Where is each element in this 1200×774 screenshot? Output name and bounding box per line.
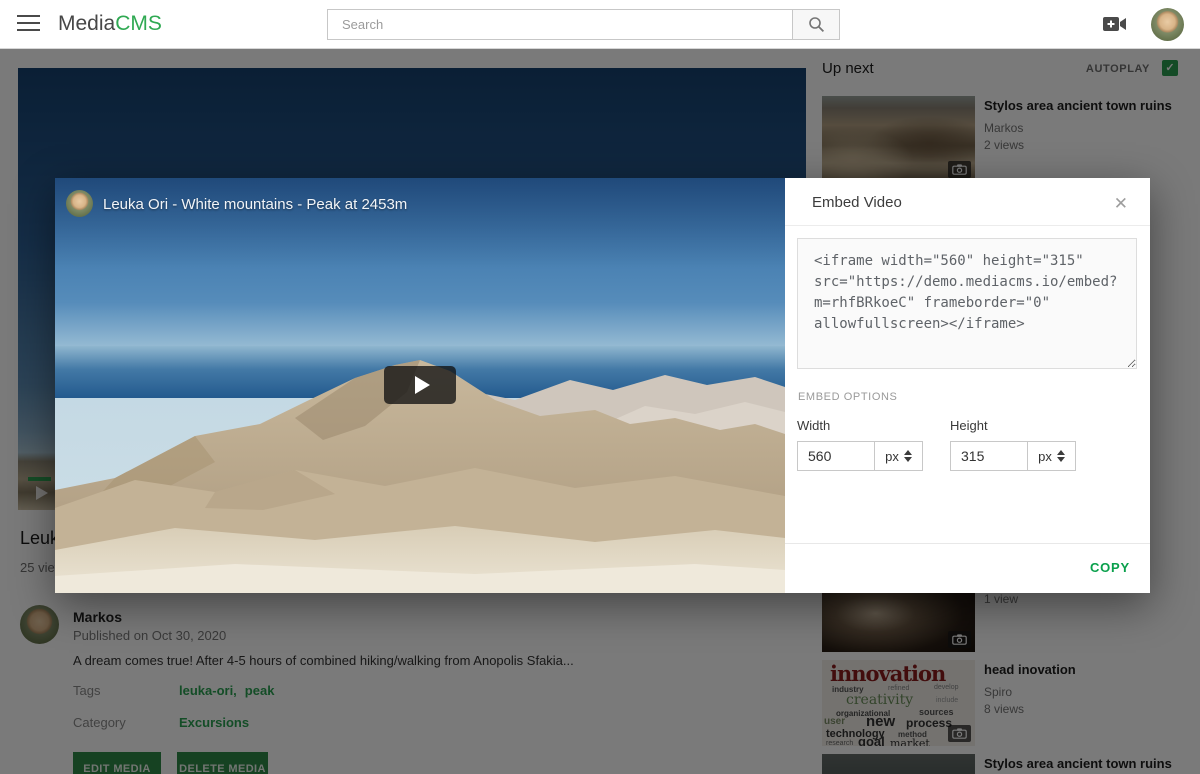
- search-icon: [808, 16, 825, 33]
- modal-footer: COPY: [785, 543, 1150, 593]
- embed-dialog: Embed Video ✕ <iframe width="560" height…: [785, 178, 1150, 593]
- width-input[interactable]: [797, 441, 875, 471]
- width-field: Width px: [797, 418, 923, 471]
- copy-button[interactable]: COPY: [1090, 560, 1130, 575]
- brand-media: Media: [58, 12, 115, 35]
- up-down-arrows-icon: [904, 450, 912, 462]
- hamburger-menu-icon[interactable]: [17, 15, 40, 32]
- width-unit-value: px: [885, 449, 899, 464]
- up-down-arrows-icon: [1057, 450, 1065, 462]
- width-label: Width: [797, 418, 923, 433]
- embed-code-textarea[interactable]: <iframe width="560" height="315" src="ht…: [797, 238, 1137, 369]
- height-unit-select[interactable]: px: [1028, 441, 1076, 471]
- brand-cms: CMS: [115, 12, 162, 35]
- embed-preview-player[interactable]: Leuka Ori - White mountains - Peak at 24…: [55, 178, 785, 593]
- search-bar: [327, 9, 840, 40]
- mediacms-logo[interactable]: MediaCMS: [58, 0, 162, 48]
- height-label: Height: [950, 418, 1076, 433]
- video-upload-icon[interactable]: [1102, 14, 1128, 34]
- embed-video-modal: Leuka Ori - White mountains - Peak at 24…: [55, 178, 1150, 593]
- mediacms-app: Leuka Ori - White mountains - Peak at 24…: [0, 0, 1200, 774]
- height-unit-value: px: [1038, 449, 1052, 464]
- preview-video-title: Leuka Ori - White mountains - Peak at 24…: [103, 196, 407, 213]
- big-play-button[interactable]: [384, 366, 456, 404]
- top-navbar: MediaCMS: [0, 0, 1200, 49]
- search-button[interactable]: [792, 9, 840, 40]
- preview-title-gradient: [55, 178, 785, 268]
- close-icon[interactable]: ✕: [1110, 190, 1132, 218]
- embed-options-heading: EMBED OPTIONS: [798, 391, 897, 403]
- modal-title: Embed Video: [812, 194, 902, 211]
- play-triangle-icon: [415, 376, 430, 394]
- height-input[interactable]: [950, 441, 1028, 471]
- width-unit-select[interactable]: px: [875, 441, 923, 471]
- modal-title-divider: [785, 225, 1150, 226]
- user-avatar[interactable]: [1151, 8, 1184, 41]
- height-field: Height px: [950, 418, 1076, 471]
- search-input[interactable]: [327, 9, 792, 40]
- preview-author-avatar[interactable]: [66, 190, 93, 217]
